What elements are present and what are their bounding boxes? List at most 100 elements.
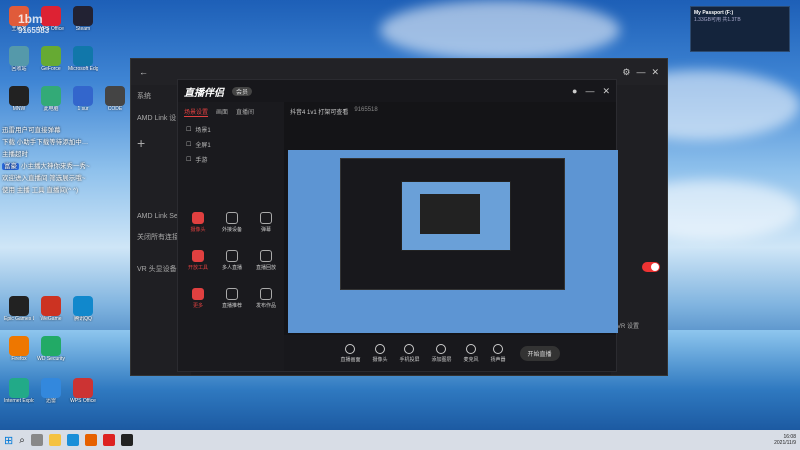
app-icon [9, 378, 29, 398]
zb-sidebar: 场景设置 画面 直播间 ☐ 场景1 ☐ 全屏1 ☐ 手游 摄像头 外接设备 弹幕开放… [178, 102, 284, 371]
desktop-icon[interactable]: 腾讯QQ [68, 296, 98, 322]
amd-vr-settings[interactable]: VR 设置 [617, 321, 639, 330]
desktop-icon[interactable]: Firefox [4, 336, 34, 362]
desktop-icon[interactable]: 回收站 [4, 46, 34, 72]
room-info: 抖音4 1v1 打架可查看 9165518 [284, 102, 616, 121]
app-icon [73, 378, 93, 398]
tool-icon [260, 212, 272, 224]
amd-toggle-switch[interactable] [642, 262, 660, 272]
explorer-icon[interactable] [48, 434, 61, 446]
desktop-icon[interactable]: WD Security [36, 336, 66, 362]
scene-item[interactable]: ☐ 全屏1 [178, 137, 284, 152]
clock[interactable]: 16:08 2021/11/9 [774, 434, 796, 446]
bottom-button-label: 直播画面 [340, 356, 361, 363]
usb-notification[interactable]: My Passport (F:) 1.33GB可用 共1.3TB [690, 6, 790, 52]
search-icon[interactable]: ⌕ [19, 435, 25, 446]
zb-tool-button[interactable]: 开放工具 [182, 250, 214, 271]
app-icon [73, 86, 93, 106]
desktop-icon[interactable]: MNW [4, 86, 34, 112]
zb-bottom-button[interactable]: 麦克风 [464, 343, 479, 363]
edge-icon[interactable] [66, 434, 79, 446]
chat-text: 下载 小助手下载等待添加中… [2, 139, 89, 146]
zb-bottom-button[interactable]: 添加图层 [431, 343, 452, 363]
zb-tool-button[interactable]: 弹幕 [250, 212, 282, 233]
desktop-icon[interactable]: Microsoft Edge [68, 46, 98, 72]
zb-main: 抖音4 1v1 打架可查看 9165518 直播画面 摄像头 手机投屏 添加图层 麦克风… [284, 102, 618, 371]
tab-scene[interactable]: 场景设置 [184, 107, 209, 117]
bottom-button-icon [404, 343, 415, 354]
zb-tool-button[interactable]: 外接设备 [216, 212, 248, 233]
settings-gear-icon[interactable]: ⚙ [622, 67, 630, 78]
scene-item[interactable]: ☐ 手游 [178, 152, 284, 167]
tab-canvas[interactable]: 画面 [216, 107, 228, 117]
desktop-icon[interactable]: 此电脑 [36, 86, 66, 112]
bottom-button-icon [493, 343, 504, 354]
desktop-icon-label: WeGame [40, 316, 62, 322]
desktop-icon-label: 回收站 [11, 66, 27, 72]
desktop-icon-label: MNW [12, 106, 26, 112]
bottom-button-label: 扬声器 [490, 356, 506, 363]
live-companion-icon[interactable] [120, 434, 133, 446]
clock-date: 2021/11/9 [774, 440, 796, 446]
zb-tool-button[interactable]: 直播推荐 [216, 288, 248, 309]
desktop-icon[interactable]: GeForce [36, 46, 66, 72]
tab-room[interactable]: 直播间 [236, 107, 254, 117]
watermark: 1bm 9165583 [18, 12, 49, 35]
zb-bottom-bar: 直播画面 摄像头 手机投屏 添加图层 麦克风 扬声器 开始直播 [284, 335, 616, 371]
tool-label: 摄像头 [190, 227, 206, 233]
close-icon[interactable]: ✕ [602, 86, 610, 97]
desktop-icon[interactable]: Steam [68, 6, 98, 32]
desktop-icon[interactable]: WPS Office [68, 378, 98, 404]
notif-sub: 1.33GB可用 共1.3TB [694, 17, 741, 23]
desktop-icon[interactable]: Epic Games Launcher [4, 296, 34, 322]
close-icon[interactable]: ✕ [651, 67, 659, 78]
task-view-icon[interactable] [30, 434, 43, 446]
desktop-icon[interactable]: CODE [100, 86, 130, 112]
chat-text: 欢迎进入直播间 筛选展示哦~ [2, 175, 86, 182]
desktop-icon[interactable]: 1 sur [68, 86, 98, 112]
nested-preview [401, 181, 511, 251]
chat-badge: 富豪 [2, 163, 19, 170]
start-icon[interactable]: ⊞ [4, 434, 13, 447]
back-icon[interactable]: ← [139, 67, 148, 77]
zb-tool-button[interactable]: 直播回放 [250, 250, 282, 271]
tool-label: 更多 [192, 303, 203, 309]
desktop-icon-label: 腾讯QQ [74, 316, 92, 322]
bottom-button-label: 摄像头 [372, 356, 388, 363]
desktop-icon[interactable]: Internet Explorer [4, 378, 34, 404]
start-live-button[interactable]: 开始直播 [519, 345, 560, 361]
app-icon [73, 46, 93, 66]
nested-inner [420, 194, 480, 234]
desktop-icon-label: Epic Games Launcher [4, 316, 34, 322]
minimize-icon[interactable]: — [636, 67, 645, 77]
app-icon [41, 378, 61, 398]
tool-icon [260, 250, 272, 262]
tool-icon [226, 212, 238, 224]
tool-label: 直播回放 [255, 265, 276, 271]
amd-icon[interactable] [102, 434, 115, 446]
desktop-icon[interactable]: WeGame [36, 296, 66, 322]
desktop-icon-label: WD Security [37, 356, 65, 362]
desktop-icon-label: 1 sur [77, 106, 89, 112]
minimize-icon[interactable]: — [585, 86, 594, 96]
desktop-icon-label: Steam [75, 26, 91, 32]
vip-badge[interactable]: 会员 [232, 86, 253, 96]
bottom-button-label: 添加图层 [431, 356, 452, 363]
desktop-icon-label: Microsoft Edge [68, 66, 98, 72]
chat-text: 使用 主播 工具 直播间(^ ^) [2, 187, 79, 194]
zb-bottom-button[interactable]: 手机投屏 [399, 343, 419, 363]
zb-bottom-button[interactable]: 扬声器 [490, 343, 506, 363]
scene-item[interactable]: ☐ 场景1 [178, 122, 284, 137]
firefox-icon[interactable] [84, 434, 97, 446]
desktop-icon[interactable]: 迅雷 [36, 378, 66, 404]
zb-tool-button[interactable]: 摄像头 [182, 212, 214, 233]
zb-bottom-button[interactable]: 直播画面 [340, 343, 361, 363]
zb-tool-button[interactable]: 更多 [182, 288, 214, 309]
zb-bottom-button[interactable]: 摄像头 [372, 343, 388, 363]
chat-text: 小主播大神你来秀一秀~ [21, 163, 90, 170]
zb-tool-button[interactable]: 多人直播 [216, 250, 248, 271]
zb-tool-button[interactable]: 发布作品 [250, 288, 282, 309]
scene-label: 场景1 [195, 128, 211, 134]
stream-preview[interactable] [288, 150, 618, 333]
avatar[interactable]: ● [572, 86, 577, 96]
